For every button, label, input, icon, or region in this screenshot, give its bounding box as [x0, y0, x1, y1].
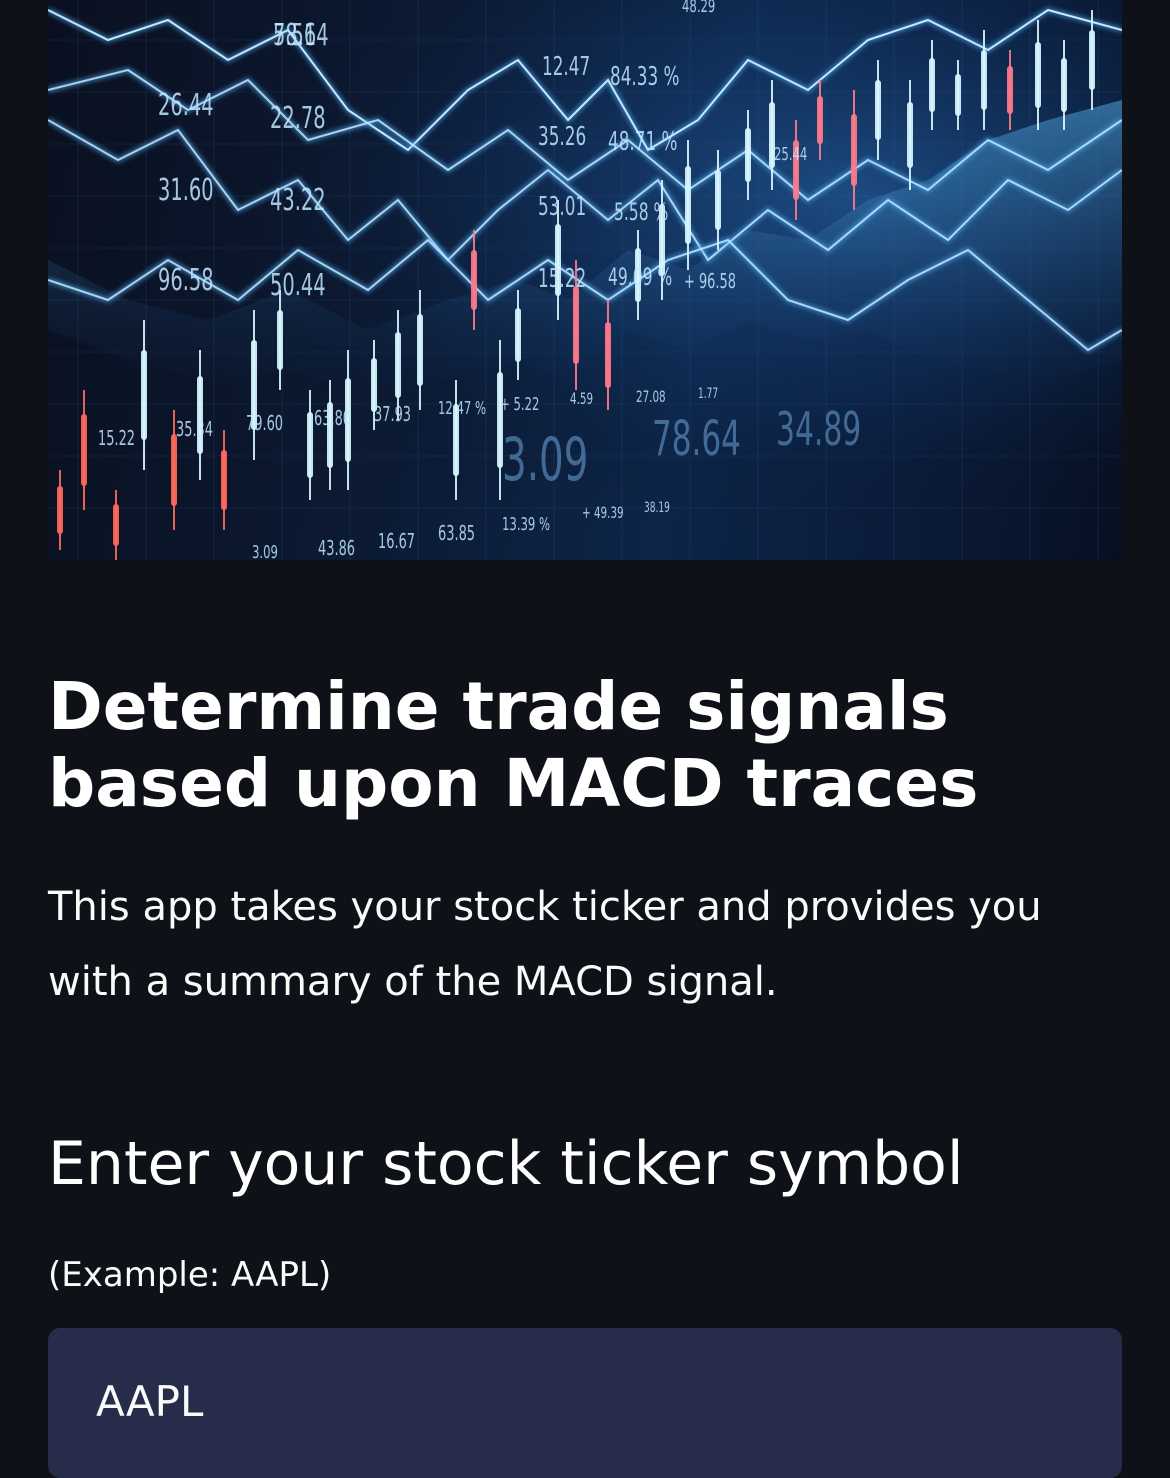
candle-body	[1035, 42, 1041, 108]
candle-body	[929, 58, 935, 112]
candle-body	[81, 414, 87, 486]
candle-body	[221, 450, 227, 510]
chart-number-label: 12.47	[542, 52, 590, 82]
candle-body	[141, 350, 147, 440]
candle-body	[197, 376, 203, 454]
chart-number-label: 63.85	[438, 523, 475, 546]
candle-body	[981, 50, 987, 110]
chart-number-label: 31.60	[158, 174, 214, 208]
candle-body	[605, 322, 611, 388]
chart-number-label: 84.33 %	[610, 62, 680, 92]
app-description: This app takes your stock ticker and pro…	[48, 884, 1042, 1005]
chart-number-label: 27.08	[636, 388, 666, 406]
candle-body	[1007, 66, 1013, 114]
candle-body	[715, 170, 721, 230]
chart-number-label: 96.58	[158, 264, 214, 298]
chart-number-label: 53.01	[538, 192, 586, 222]
chart-number-label: 15.22	[98, 428, 135, 451]
chart-number-label: 5.58 %	[614, 198, 668, 226]
chart-number-label: 48.29	[682, 0, 715, 17]
candle-body	[1089, 30, 1095, 90]
ticker-section-header: Enter your stock ticker symbol	[48, 1129, 964, 1199]
chart-number-label: 63.80	[314, 408, 351, 431]
candle-body	[307, 412, 313, 478]
candle-body	[875, 80, 881, 140]
page-title: Determine trade signals based upon MACD …	[48, 668, 979, 822]
candle-body	[57, 486, 63, 534]
ticker-input[interactable]	[96, 1368, 1076, 1434]
candle-body	[955, 74, 961, 116]
chart-number-label: 35.26	[538, 122, 586, 152]
chart-number-label: 38.19	[644, 499, 670, 515]
chart-number-label: 43.22	[270, 184, 326, 218]
chart-number-label: 15.22	[538, 264, 586, 294]
stock-chart-graphic: 78.64 26.44 22.78 31.60 43.22 96.58 50.44 15.22…	[48, 0, 1122, 560]
chart-number-label: 35.34	[176, 419, 213, 442]
chart-number-label: 37.93	[374, 404, 411, 427]
candle-body	[277, 310, 283, 370]
chart-number-label: 3.09	[252, 541, 278, 560]
candle-body	[745, 128, 751, 182]
chart-number-label: 48.71 %	[608, 127, 678, 157]
stock-market-chart-image: 78.64 26.44 22.78 31.60 43.22 96.58 50.44 15.22…	[48, 0, 1122, 560]
candle-body	[851, 114, 857, 186]
candle-body	[1061, 58, 1067, 112]
chart-number-label: + 49.39	[582, 504, 624, 522]
candle-body	[907, 102, 913, 168]
chart-number-label: 43.86	[318, 538, 355, 560]
chart-number-label: 26.44	[158, 89, 214, 123]
candle-body	[171, 434, 177, 506]
candle-body	[395, 332, 401, 398]
chart-number-label: 50.44	[270, 269, 326, 303]
candle-body	[515, 308, 521, 362]
chart-number-label: 1.77	[698, 385, 718, 401]
chart-number-label: 13.39 %	[502, 513, 550, 535]
chart-number-label: 79.60	[246, 413, 283, 436]
chart-number-label: 34.89	[776, 404, 861, 457]
chart-number-label: + 5.22	[500, 393, 539, 415]
chart-number-label: 16.67	[378, 531, 415, 554]
chart-number-label: 22.78	[270, 102, 326, 136]
chart-number-label: 3.09	[502, 425, 588, 495]
candle-body	[573, 286, 579, 364]
chart-number-label: 25.44	[774, 143, 807, 165]
candle-body	[417, 314, 423, 386]
chart-number-label: + 96.58	[684, 271, 736, 294]
candle-body	[113, 504, 119, 546]
chart-number-label: 12.47 %	[438, 397, 486, 419]
candle-body	[471, 250, 477, 310]
chart-number-label: 78.64	[652, 410, 741, 466]
candle-body	[817, 96, 823, 144]
chart-number-label: 4.59	[570, 390, 593, 408]
ticker-input-container[interactable]	[48, 1328, 1122, 1478]
ticker-input-label: (Example: AAPL)	[48, 1255, 332, 1295]
chart-number-label: 49.09 %	[608, 263, 672, 291]
candle-body	[685, 166, 691, 244]
chart-number-label: 5.51	[273, 19, 316, 53]
